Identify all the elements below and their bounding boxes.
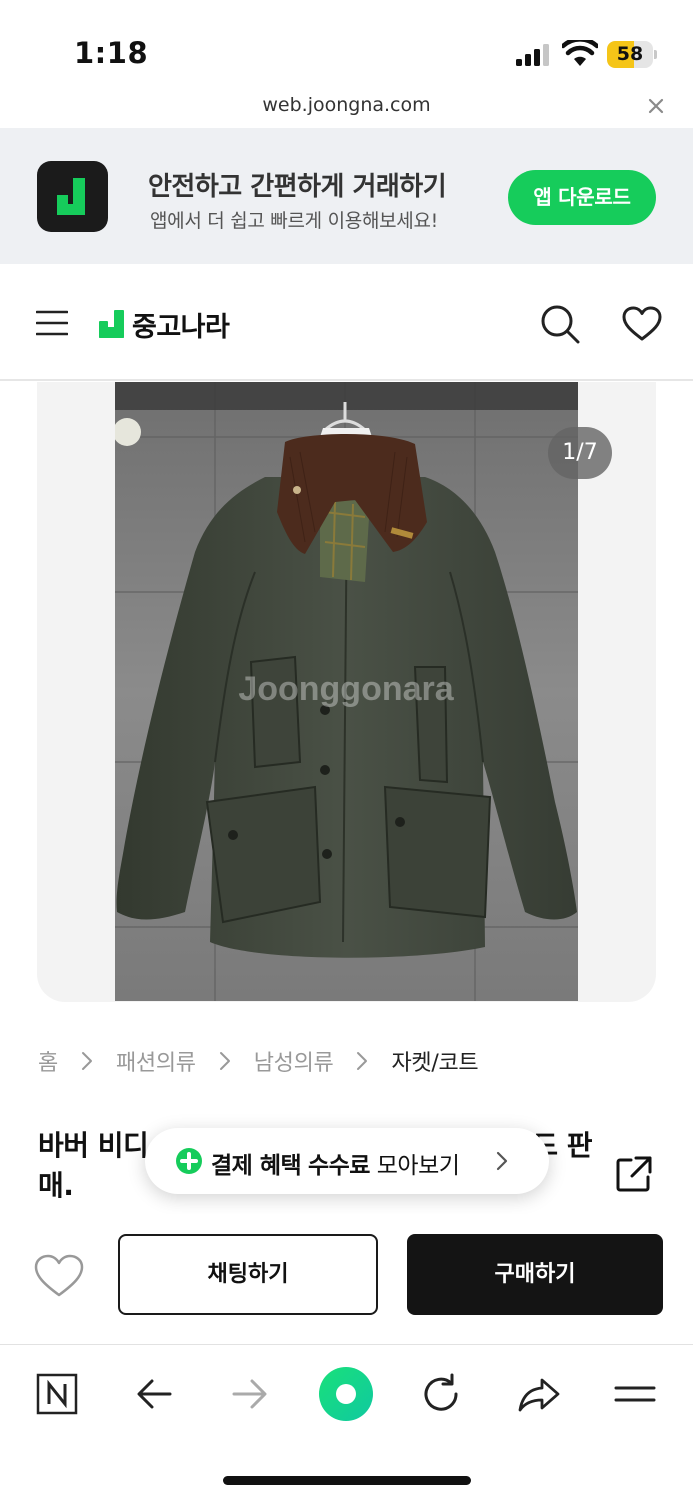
share-icon[interactable] <box>614 1154 654 1194</box>
forward-arrow-icon[interactable] <box>230 1371 270 1417</box>
url-bar[interactable]: web.joongna.com <box>0 92 693 128</box>
benefit-text: 결제 혜택 수수료 모아보기 <box>211 1146 460 1180</box>
breadcrumb-mens-clothing[interactable]: 남성의류 <box>254 1045 334 1077</box>
benefit-text-more: 모아보기 <box>376 1153 460 1179</box>
banner-subtitle: 앱에서 더 쉽고 빠르게 이용해보세요! <box>150 210 438 232</box>
brand-name: 중고나라 <box>132 312 230 343</box>
product-image-gallery[interactable]: Joonggonara 1/7 <box>37 382 656 1002</box>
status-time: 1:18 <box>74 36 149 70</box>
benefit-text-fee: 수수료 <box>307 1153 370 1179</box>
app-download-banner: 안전하고 간편하게 거래하기 앱에서 더 쉽고 빠르게 이용해보세요! 앱 다운… <box>0 128 693 264</box>
product-photo-jacket[interactable]: Joonggonara <box>115 382 578 1001</box>
status-bar: 1:18 58 <box>0 0 693 92</box>
close-icon[interactable] <box>644 94 668 118</box>
search-icon[interactable] <box>540 304 580 344</box>
site-header: 중고나라 <box>0 264 693 381</box>
app-download-button[interactable]: 앱 다운로드 <box>508 170 656 225</box>
reload-icon[interactable] <box>422 1371 462 1417</box>
app-logo-icon <box>37 161 108 232</box>
breadcrumb-home[interactable]: 홈 <box>38 1045 58 1077</box>
image-counter-badge: 1/7 <box>548 427 612 479</box>
buy-button[interactable]: 구매하기 <box>407 1234 663 1315</box>
chevron-right-icon <box>357 1052 368 1070</box>
cellular-signal-icon <box>516 44 549 66</box>
photo-watermark: Joonggonara <box>238 670 454 708</box>
url-text[interactable]: web.joongna.com <box>0 94 693 116</box>
chevron-right-icon <box>496 1151 508 1171</box>
back-arrow-icon[interactable] <box>134 1371 174 1417</box>
benefit-text-strong: 결제 혜택 <box>211 1153 302 1179</box>
chevron-right-icon <box>81 1052 92 1070</box>
plus-circle-icon <box>176 1148 202 1174</box>
chat-button[interactable]: 채팅하기 <box>118 1234 378 1315</box>
chevron-right-icon <box>219 1052 230 1070</box>
product-title-line2: 매. <box>38 1169 74 1202</box>
like-heart-icon[interactable] <box>34 1254 84 1298</box>
banner-title: 안전하고 간편하게 거래하기 <box>148 172 447 202</box>
home-indicator[interactable] <box>223 1476 471 1485</box>
wifi-icon <box>562 40 598 66</box>
green-dot-icon[interactable] <box>318 1366 374 1422</box>
breadcrumb-fashion-clothing[interactable]: 패션의류 <box>116 1045 196 1077</box>
brand-mark-icon <box>99 310 124 338</box>
wishlist-heart-icon[interactable] <box>622 306 662 342</box>
breadcrumb: 홈 패션의류 남성의류 자켓/코트 <box>38 1044 479 1078</box>
naver-n-icon[interactable] <box>36 1371 78 1417</box>
battery-indicator: 58 <box>607 41 657 68</box>
battery-percent: 58 <box>616 43 644 65</box>
purchase-action-bar: 채팅하기 구매하기 <box>0 1214 693 1342</box>
hamburger-menu-icon[interactable] <box>36 308 68 338</box>
share-arrow-icon[interactable] <box>518 1371 560 1417</box>
product-title-start: 바버 비디 <box>38 1129 149 1162</box>
payment-benefit-banner[interactable]: 결제 혜택 수수료 모아보기 <box>145 1128 549 1194</box>
menu-lines-icon[interactable] <box>614 1371 656 1417</box>
breadcrumb-jacket-coat[interactable]: 자켓/코트 <box>391 1045 478 1077</box>
